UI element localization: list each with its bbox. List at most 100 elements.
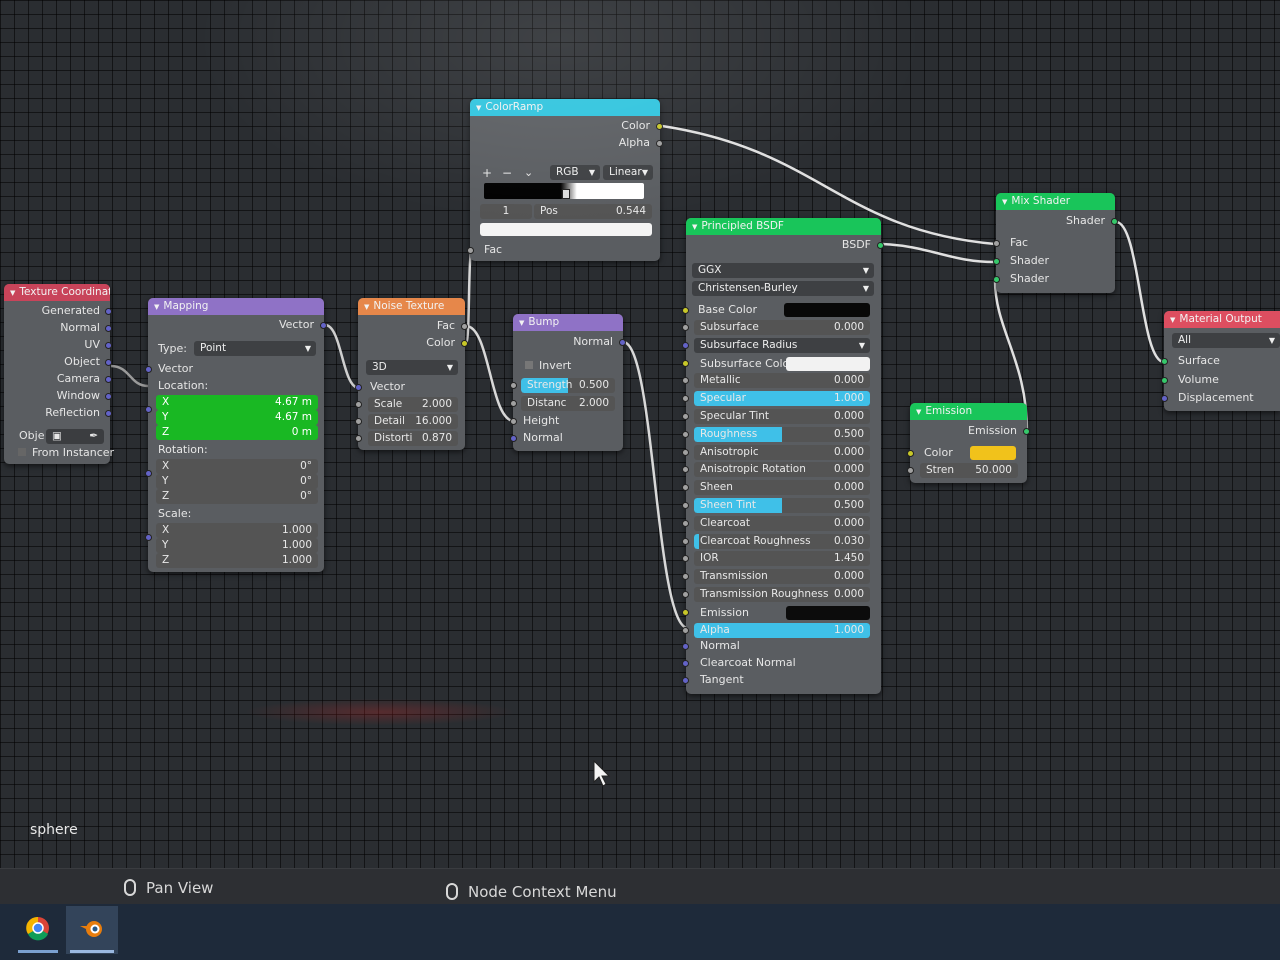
taskbar-blender-button[interactable] <box>66 906 118 954</box>
scale-field[interactable]: Scale 2.000 <box>368 397 458 412</box>
socket-location[interactable] <box>145 406 152 413</box>
socket-subsurface-in[interactable] <box>682 324 689 331</box>
eyedropper-icon[interactable]: ✒ <box>89 429 98 444</box>
node-header[interactable]: ▼ Principled BSDF <box>686 218 881 235</box>
node-editor[interactable]: ▼ Texture Coordinate Generated Normal UV … <box>0 0 1280 868</box>
from-instancer-checkbox[interactable]: From Instancer <box>18 445 114 461</box>
socket-base-color-in[interactable] <box>682 307 689 314</box>
invert-checkbox[interactable]: Invert <box>525 358 571 374</box>
location-x-field[interactable]: X 4.67 m <box>156 395 318 410</box>
socket-tangent-in[interactable] <box>682 677 689 684</box>
socket-transmission-in[interactable] <box>682 573 689 580</box>
socket-fac-in[interactable] <box>993 240 1000 247</box>
socket-sheen-in[interactable] <box>682 484 689 491</box>
bump-node[interactable]: ▼ Bump Normal Invert Strength 0.500 Distan… <box>510 314 626 451</box>
node-header[interactable]: ▼ Mapping <box>148 298 324 315</box>
location-z-field[interactable]: Z 0 m <box>156 425 318 440</box>
sheen-tint-field[interactable]: Sheen Tint 0.500 <box>694 498 870 513</box>
socket-clearcoat-normal-in[interactable] <box>682 660 689 667</box>
stop-position-field[interactable]: Pos 0.544 <box>534 204 652 219</box>
socket-height-in[interactable] <box>510 418 517 425</box>
socket-bsdf-out[interactable] <box>877 242 884 249</box>
strength-field[interactable]: Stren 50.000 <box>920 463 1018 478</box>
dimensions-dropdown[interactable]: 3D ▼ <box>366 360 458 375</box>
ramp-menu-button[interactable]: ⌄ <box>524 165 533 181</box>
socket-uv[interactable] <box>105 342 112 349</box>
rotation-z-field[interactable]: Z 0° <box>156 489 318 504</box>
subsurface-color-swatch[interactable] <box>786 357 870 371</box>
socket-vector-in[interactable] <box>145 366 152 373</box>
emission-color-swatch[interactable] <box>970 446 1016 460</box>
socket-normal[interactable] <box>105 325 112 332</box>
socket-window[interactable] <box>105 393 112 400</box>
transmission-roughness-field[interactable]: Transmission Roughness 0.000 <box>694 587 870 602</box>
scale-x-field[interactable]: X 1.000 <box>156 523 318 538</box>
ior-field[interactable]: IOR 1.450 <box>694 551 870 566</box>
socket-volume-in[interactable] <box>1161 377 1168 384</box>
socket-clearcoat-in[interactable] <box>682 520 689 527</box>
socket-color-in[interactable] <box>907 450 914 457</box>
socket-alpha-in[interactable] <box>682 627 689 634</box>
collapse-triangle-icon[interactable]: ▼ <box>10 289 15 297</box>
subsurface-radius-dropdown[interactable]: Subsurface Radius ▼ <box>694 338 870 353</box>
socket-normal-in[interactable] <box>682 643 689 650</box>
socket-rotation[interactable] <box>145 470 152 477</box>
socket-specular-in[interactable] <box>682 395 689 402</box>
socket-clearcoat-roughness-in[interactable] <box>682 538 689 545</box>
alpha-field[interactable]: Alpha 1.000 <box>694 623 870 638</box>
socket-shader-in-1[interactable] <box>993 258 1000 265</box>
node-header[interactable]: ▼ Bump <box>513 314 623 331</box>
interpolation-dropdown[interactable]: Linear ▼ <box>603 165 653 180</box>
type-dropdown[interactable]: Point ▼ <box>194 341 316 356</box>
emission-swatch[interactable] <box>786 606 870 620</box>
principled-bsdf-node[interactable]: ▼ Principled BSDF BSDF GGX ▼ Christensen-B… <box>682 218 884 694</box>
socket-generated[interactable] <box>105 308 112 315</box>
socket-anisotropic-rotation-in[interactable] <box>682 466 689 473</box>
distribution-dropdown[interactable]: GGX ▼ <box>692 263 874 278</box>
node-header[interactable]: ▼ ColorRamp <box>470 99 660 116</box>
collapse-triangle-icon[interactable]: ▼ <box>364 303 369 311</box>
socket-shader-out[interactable] <box>1111 218 1118 225</box>
detail-field[interactable]: Detail 16.000 <box>368 414 458 429</box>
anisotropic-rotation-field[interactable]: Anisotropic Rotation 0.000 <box>694 462 870 477</box>
transmission-field[interactable]: Transmission 0.000 <box>694 569 870 584</box>
material-output-node[interactable]: ▼ Material Output All ▼ Surface Volume Dis… <box>1161 311 1280 411</box>
noise-texture-node[interactable]: ▼ Noise Texture Fac Color 3D ▼ Vector Scal… <box>355 298 468 450</box>
node-header[interactable]: ▼ Material Output <box>1164 311 1280 328</box>
anisotropic-field[interactable]: Anisotropic 0.000 <box>694 445 870 460</box>
socket-camera[interactable] <box>105 376 112 383</box>
socket-alpha-out[interactable] <box>656 140 663 147</box>
node-header[interactable]: ▼ Texture Coordinate <box>4 284 110 301</box>
socket-emission-in[interactable] <box>682 609 689 616</box>
specular-field[interactable]: Specular 1.000 <box>694 391 870 406</box>
roughness-field[interactable]: Roughness 0.500 <box>694 427 870 442</box>
sheen-field[interactable]: Sheen 0.000 <box>694 480 870 495</box>
node-header[interactable]: ▼ Emission <box>910 403 1027 420</box>
socket-normal-out[interactable] <box>619 339 626 346</box>
mapping-node[interactable]: ▼ Mapping Vector Type: Point ▼ Vector Loca… <box>145 298 327 572</box>
socket-reflection[interactable] <box>105 410 112 417</box>
socket-emission-out[interactable] <box>1023 428 1030 435</box>
socket-fac-in[interactable] <box>467 247 474 254</box>
collapse-triangle-icon[interactable]: ▼ <box>692 223 697 231</box>
object-picker-field[interactable]: ▣ ✒ <box>46 429 104 444</box>
color-mode-dropdown[interactable]: RGB ▼ <box>550 165 600 180</box>
socket-vector-out[interactable] <box>320 322 327 329</box>
collapse-triangle-icon[interactable]: ▼ <box>1002 198 1007 206</box>
node-header[interactable]: ▼ Mix Shader <box>996 193 1115 210</box>
rotation-x-field[interactable]: X 0° <box>156 459 318 474</box>
collapse-triangle-icon[interactable]: ▼ <box>916 408 921 416</box>
distance-field[interactable]: Distanc 2.000 <box>521 396 615 411</box>
socket-strength-in[interactable] <box>907 467 914 474</box>
socket-metallic-in[interactable] <box>682 377 689 384</box>
socket-subsurface-radius-in[interactable] <box>682 342 689 349</box>
socket-anisotropic-in[interactable] <box>682 449 689 456</box>
socket-ior-in[interactable] <box>682 555 689 562</box>
socket-normal-in[interactable] <box>510 435 517 442</box>
taskbar-chrome-button[interactable] <box>12 906 64 954</box>
stop-color-swatch[interactable] <box>480 223 652 236</box>
socket-roughness-in[interactable] <box>682 431 689 438</box>
add-stop-button[interactable]: + <box>482 165 492 181</box>
socket-color-out[interactable] <box>656 123 663 130</box>
strength-field[interactable]: Strength 0.500 <box>521 378 615 393</box>
